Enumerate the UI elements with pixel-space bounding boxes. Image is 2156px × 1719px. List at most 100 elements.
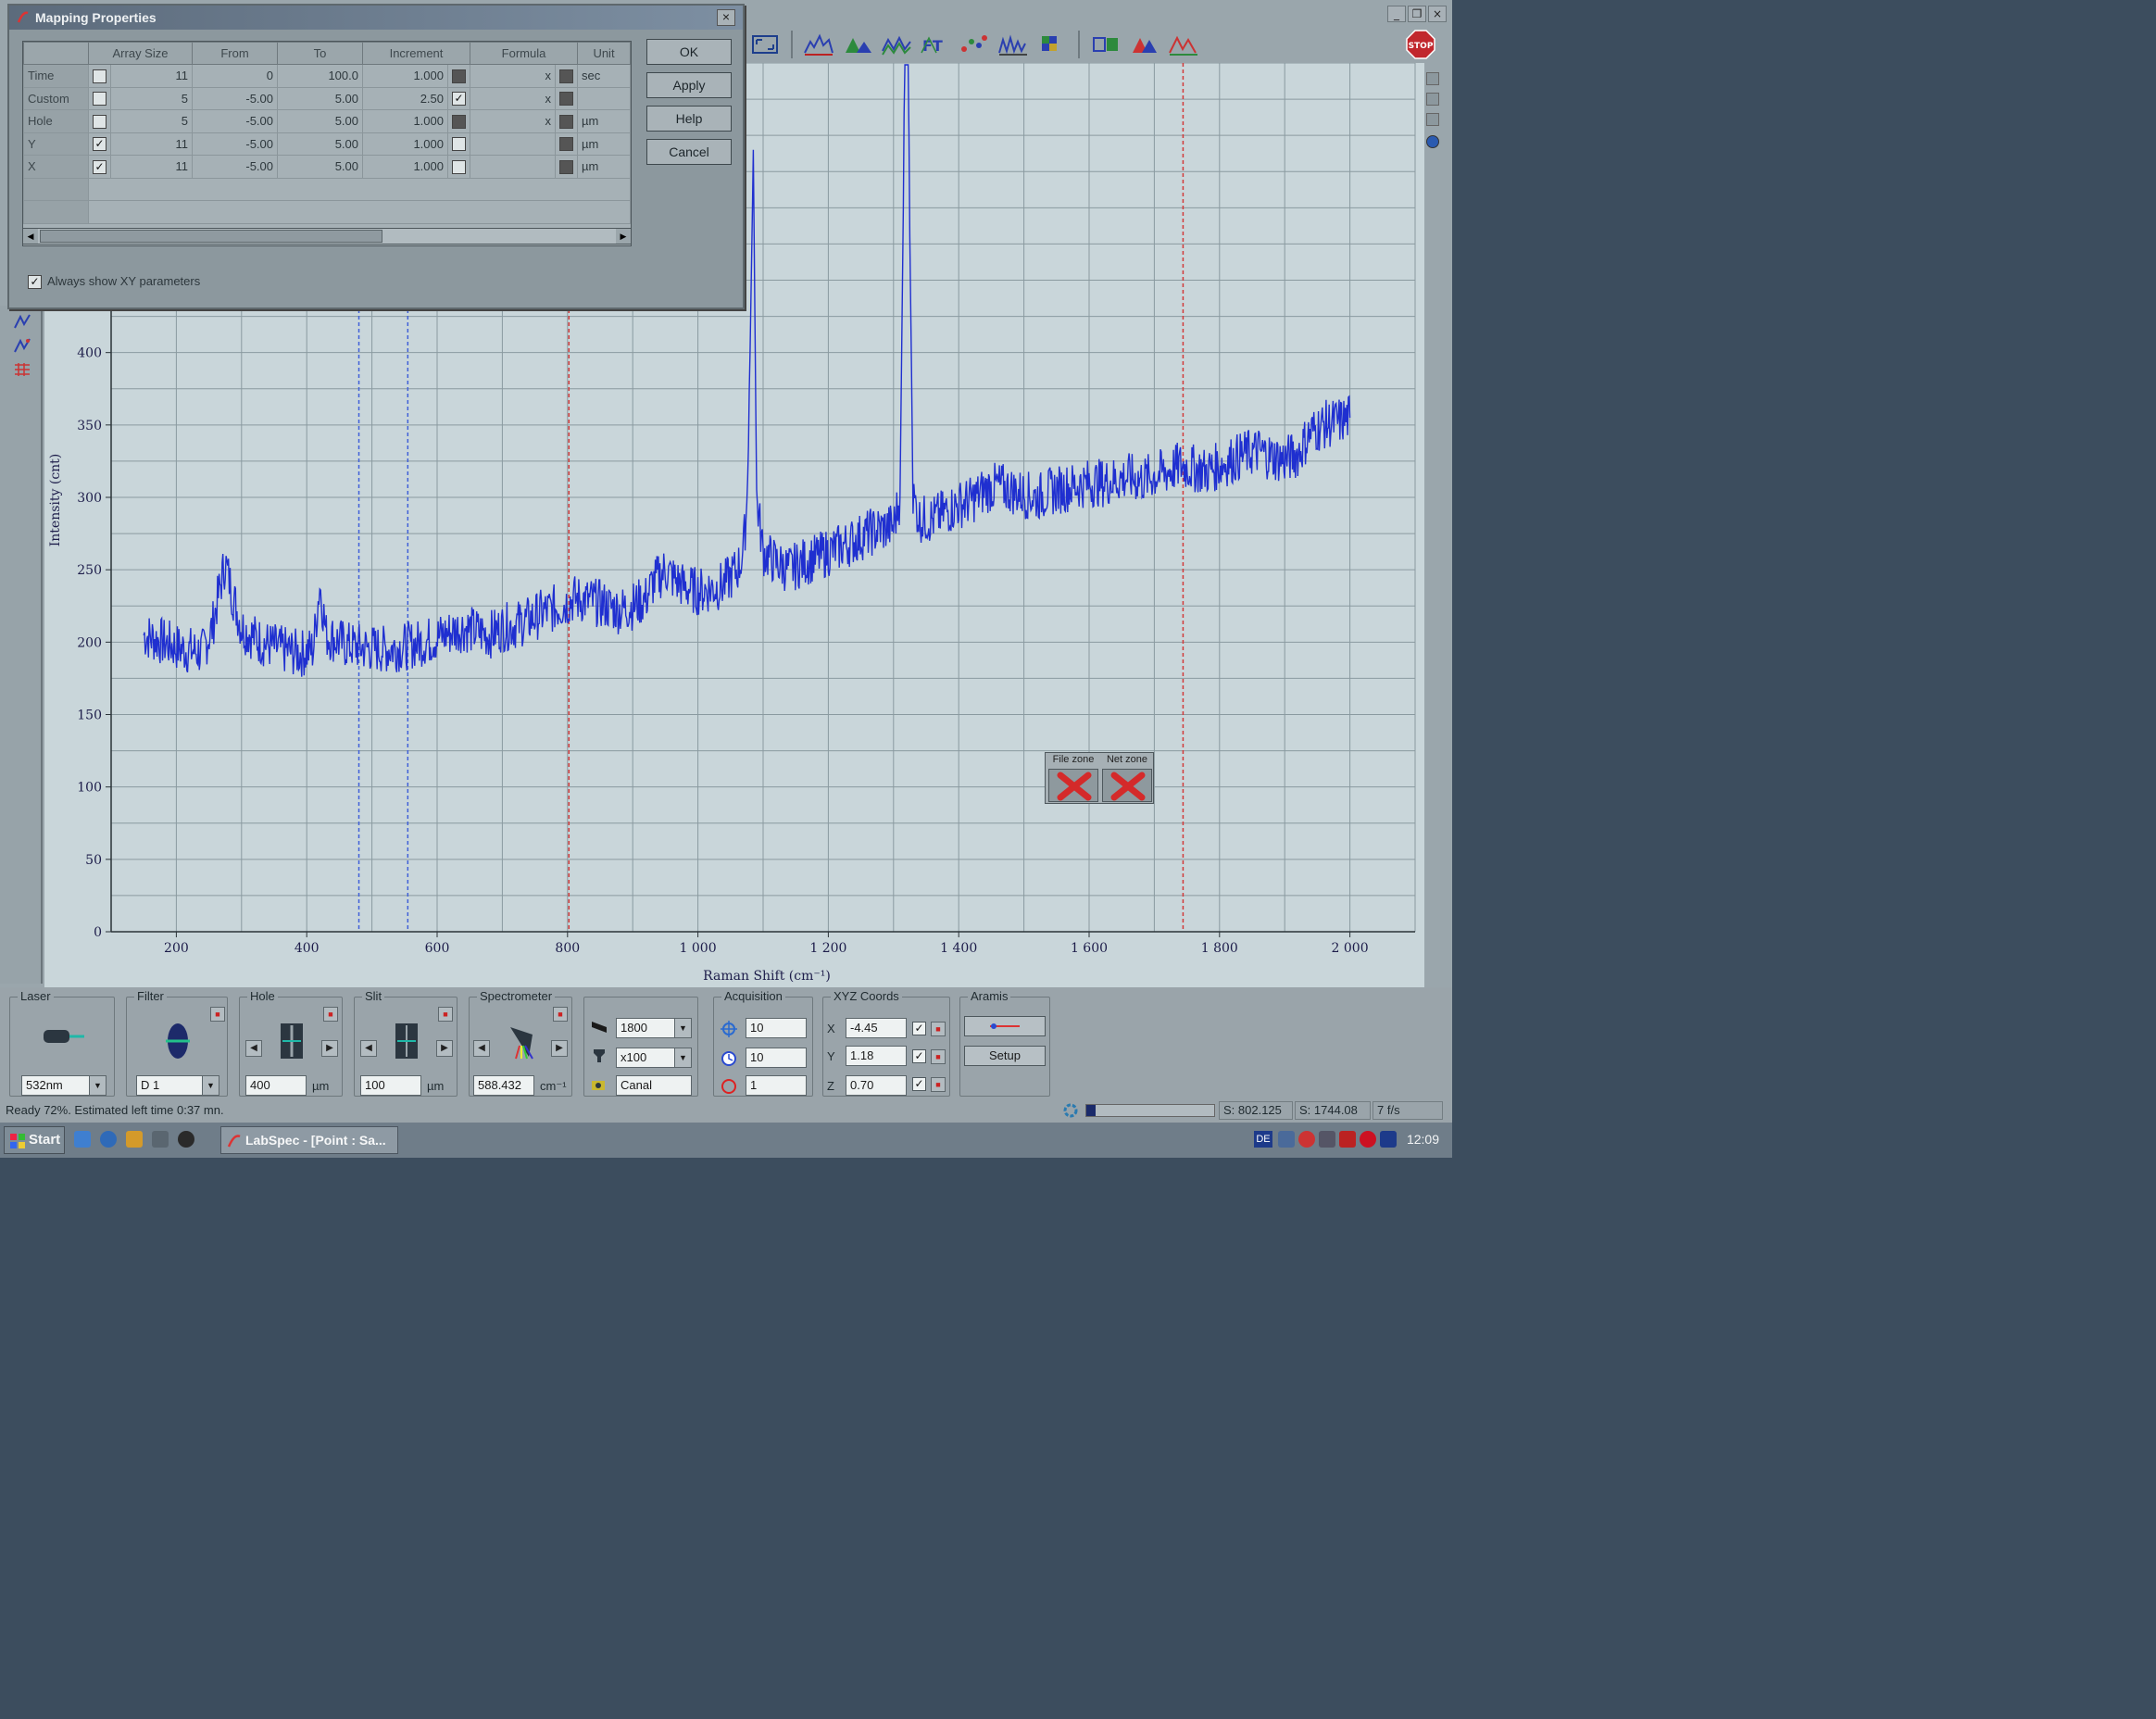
grid-icon[interactable]: [13, 361, 31, 378]
filter-lock-icon[interactable]: ■: [210, 1007, 225, 1022]
help-button[interactable]: Help: [646, 106, 732, 132]
close-button[interactable]: ×: [1428, 6, 1447, 22]
apply-button[interactable]: Apply: [646, 72, 732, 98]
autoscale-icon[interactable]: [748, 31, 782, 58]
to-cell[interactable]: 5.00: [277, 155, 363, 179]
z-coord-input[interactable]: 0.70: [846, 1075, 907, 1096]
acquisition-time-input[interactable]: 10: [746, 1018, 807, 1038]
multi-spectrum-icon[interactable]: [880, 31, 913, 58]
peak-marker-icon[interactable]: [13, 337, 31, 354]
formula-cell[interactable]: x: [470, 86, 556, 110]
to-cell[interactable]: 5.00: [277, 86, 363, 110]
increment-checkbox[interactable]: [452, 137, 466, 152]
slit-lock-icon[interactable]: ■: [438, 1007, 453, 1022]
array-size-cell[interactable]: 5: [110, 109, 193, 133]
spectrometer-decrease-button[interactable]: ◀: [473, 1040, 490, 1057]
row-enable-checkbox[interactable]: ✓: [93, 159, 107, 174]
y-lock-checkbox[interactable]: ✓: [912, 1049, 926, 1063]
from-cell[interactable]: -5.00: [192, 155, 278, 179]
from-cell[interactable]: 0: [192, 64, 278, 88]
array-size-cell[interactable]: 11: [110, 155, 193, 179]
hole-increase-button[interactable]: ▶: [321, 1040, 338, 1057]
increment-cell[interactable]: 1.000: [362, 64, 448, 88]
formula-checkbox[interactable]: [559, 159, 573, 174]
scroll-right-icon[interactable]: ▶: [616, 229, 631, 244]
array-size-cell[interactable]: 5: [110, 86, 193, 110]
display-icon[interactable]: [1380, 1131, 1397, 1148]
fit-icon[interactable]: [1167, 31, 1200, 58]
increment-checkbox[interactable]: ✓: [452, 92, 466, 107]
laser-select[interactable]: 532nm ▼: [21, 1075, 107, 1096]
setup-button[interactable]: Setup: [964, 1046, 1046, 1066]
ok-button[interactable]: OK: [646, 39, 732, 65]
formula-cell[interactable]: x: [470, 109, 556, 133]
row-enable-checkbox[interactable]: [93, 114, 107, 129]
tool-icon[interactable]: [152, 1131, 169, 1148]
formula-checkbox[interactable]: [559, 114, 573, 129]
hole-input[interactable]: 400: [245, 1075, 307, 1096]
row-enable-checkbox[interactable]: [93, 69, 107, 83]
increment-cell[interactable]: 1.000: [362, 132, 448, 156]
slit-input[interactable]: 100: [360, 1075, 421, 1096]
aramis-toggle-button[interactable]: [964, 1016, 1046, 1036]
ie-icon[interactable]: [100, 1131, 117, 1148]
minimize-button[interactable]: _: [1387, 6, 1406, 22]
to-cell[interactable]: 5.00: [277, 132, 363, 156]
array-size-cell[interactable]: 11: [110, 64, 193, 88]
network-icon[interactable]: [1278, 1131, 1295, 1148]
acquisition-count-input[interactable]: 1: [746, 1075, 807, 1096]
check-icon[interactable]: [1426, 113, 1439, 126]
y-coord-input[interactable]: 1.18: [846, 1046, 907, 1066]
from-cell[interactable]: -5.00: [192, 132, 278, 156]
to-cell[interactable]: 5.00: [277, 109, 363, 133]
from-cell[interactable]: -5.00: [192, 109, 278, 133]
map-icon[interactable]: [1035, 31, 1069, 58]
start-button[interactable]: Start: [4, 1126, 65, 1154]
dialog-close-button[interactable]: ×: [717, 9, 735, 26]
zoom-in-icon[interactable]: [1426, 72, 1439, 85]
spectrum-icon[interactable]: [802, 31, 835, 58]
increment-cell[interactable]: 1.000: [362, 155, 448, 179]
stop-button[interactable]: STOP: [1406, 30, 1435, 59]
hole-decrease-button[interactable]: ◀: [245, 1040, 262, 1057]
restore-button[interactable]: ❐: [1408, 6, 1426, 22]
media-icon[interactable]: [126, 1131, 143, 1148]
slit-increase-button[interactable]: ▶: [436, 1040, 453, 1057]
player-icon[interactable]: [178, 1131, 194, 1148]
row-enable-checkbox[interactable]: [93, 92, 107, 107]
compare-icon[interactable]: [1128, 31, 1161, 58]
increment-cell[interactable]: 1.000: [362, 109, 448, 133]
peak-icon[interactable]: [841, 31, 874, 58]
device-icon[interactable]: [1319, 1131, 1335, 1148]
horizontal-scrollbar[interactable]: ◀ ▶: [22, 228, 632, 245]
formula-cell[interactable]: x: [470, 64, 556, 88]
y-reset-icon[interactable]: ■: [931, 1049, 946, 1064]
spectrometer-input[interactable]: 588.432: [473, 1075, 534, 1096]
scatter-icon[interactable]: [958, 31, 991, 58]
formula-cell[interactable]: [470, 132, 556, 156]
scroll-left-icon[interactable]: ◀: [23, 229, 38, 244]
hole-lock-icon[interactable]: ■: [323, 1007, 338, 1022]
z-reset-icon[interactable]: ■: [931, 1077, 946, 1092]
chevron-down-icon[interactable]: ▼: [89, 1076, 106, 1095]
formula-cell[interactable]: [470, 155, 556, 179]
detector-input[interactable]: Canal: [616, 1075, 692, 1096]
grating-select[interactable]: 1800 ▼: [616, 1018, 692, 1038]
filter-select[interactable]: D 1 ▼: [136, 1075, 219, 1096]
antivirus-icon[interactable]: [1360, 1131, 1376, 1148]
formula-checkbox[interactable]: [559, 92, 573, 107]
cancel-button[interactable]: Cancel: [646, 139, 732, 165]
taskbar-labspec-item[interactable]: LabSpec - [Point : Sa...: [220, 1126, 398, 1154]
array-size-cell[interactable]: 11: [110, 132, 193, 156]
objective-select[interactable]: x100 ▼: [616, 1048, 692, 1068]
increment-cell[interactable]: 2.50: [362, 86, 448, 110]
chevron-down-icon[interactable]: ▼: [674, 1048, 691, 1067]
stack-icon[interactable]: [1089, 31, 1122, 58]
file-zone-button[interactable]: [1048, 769, 1098, 802]
chevron-down-icon[interactable]: ▼: [202, 1076, 219, 1095]
increment-checkbox[interactable]: [452, 114, 466, 129]
formula-checkbox[interactable]: [559, 69, 573, 83]
x-lock-checkbox[interactable]: ✓: [912, 1022, 926, 1035]
increment-checkbox[interactable]: [452, 69, 466, 83]
acquisition-accum-input[interactable]: 10: [746, 1048, 807, 1068]
